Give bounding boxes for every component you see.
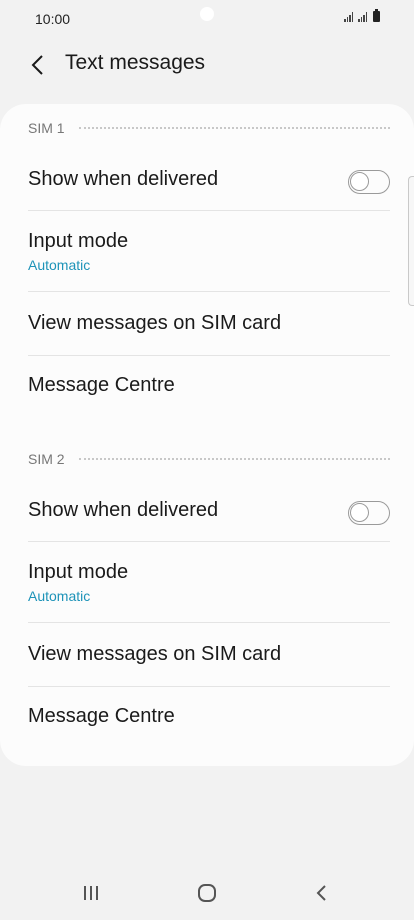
row-input-mode-sim1[interactable]: Input mode Automatic [28,211,390,291]
back-button[interactable] [22,50,52,80]
row-title: Input mode [28,230,129,252]
status-bar: 10:00 [0,0,414,40]
section-divider [78,458,390,460]
row-view-messages-sim1[interactable]: View messages on SIM card [28,292,390,355]
recents-icon [84,886,98,900]
row-input-mode-sim2[interactable]: Input mode Automatic [28,542,390,622]
home-icon [198,884,216,902]
home-button[interactable] [187,878,227,908]
toggle-knob [350,172,369,191]
navigation-bar [0,866,414,920]
row-title: Show when delivered [28,499,219,521]
toggle-show-when-delivered-sim2[interactable] [348,500,390,525]
row-title: Show when delivered [28,168,219,190]
status-time: 10:00 [35,11,71,27]
screen: 10:00 Text messages SIM 1 Show when deli… [0,0,414,920]
section-label: SIM 1 [28,120,65,136]
row-title: View messages on SIM card [28,312,282,334]
chevron-left-icon [31,55,43,75]
scroll-indicator[interactable] [408,176,414,306]
settings-card: SIM 1 Show when delivered Input mode Aut… [0,104,414,766]
row-title: Input mode [28,561,129,583]
row-subtitle: Automatic [28,588,91,604]
nav-back-icon [316,885,326,901]
nav-back-button[interactable] [302,878,342,908]
row-view-messages-sim2[interactable]: View messages on SIM card [28,623,390,686]
toggle-show-when-delivered-sim1[interactable] [348,170,390,194]
camera-cutout [200,7,214,21]
recents-button[interactable] [71,878,111,908]
row-show-when-delivered-sim1[interactable]: Show when delivered [28,154,390,210]
toggle-knob [350,502,369,522]
row-subtitle: Automatic [28,257,91,273]
row-title: Message Centre [28,705,175,727]
row-message-centre-sim1[interactable]: Message Centre [28,356,390,416]
app-header: Text messages [0,40,414,90]
battery-icon [373,9,380,22]
section-divider [78,127,390,129]
signal-sim2-icon [358,12,367,22]
section-label: SIM 2 [28,451,65,467]
row-title: View messages on SIM card [28,643,282,665]
signal-sim1-icon [344,12,353,22]
section-header-sim1: SIM 1 [28,120,390,136]
section-header-sim2: SIM 2 [28,451,390,467]
row-show-when-delivered-sim2[interactable]: Show when delivered [28,484,390,541]
status-icons [344,9,380,22]
row-title: Message Centre [28,374,175,396]
page-title: Text messages [65,51,206,74]
row-message-centre-sim2[interactable]: Message Centre [28,687,390,747]
